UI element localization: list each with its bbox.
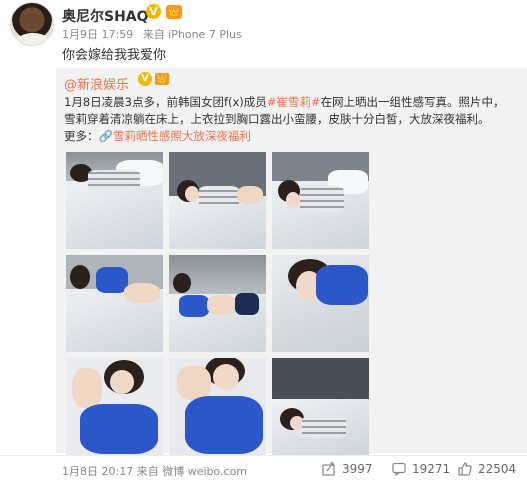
arm bbox=[177, 366, 211, 400]
post-text: 你会嫁给我我爱你 bbox=[62, 48, 167, 63]
photo-8[interactable] bbox=[169, 358, 266, 455]
repost-verified-badge-icon: V bbox=[138, 72, 152, 86]
photo-9[interactable] bbox=[272, 358, 369, 455]
repost-text-part: 1月8日凌晨3点多，前韩国女团f(x)成员 bbox=[64, 95, 267, 109]
hair bbox=[70, 265, 90, 289]
post-time[interactable]: 1月9日 17:59 bbox=[62, 28, 133, 41]
like-count: 22504 bbox=[478, 462, 517, 476]
repost-text-line-3: 更多：🔗雪莉晒性感照大放深夜福利 bbox=[64, 128, 251, 144]
post-source: 来自 iPhone 7 Plus bbox=[142, 28, 242, 41]
photo-bedsheet bbox=[66, 181, 163, 249]
photo-7[interactable] bbox=[66, 358, 163, 455]
verified-badge-icon: V bbox=[146, 4, 161, 19]
photo-2[interactable] bbox=[169, 152, 266, 249]
footer-meta: 1月8日 20:17 来自 微博 weibo.com bbox=[62, 463, 247, 479]
shirt bbox=[88, 170, 140, 190]
hashtag-link[interactable]: #崔雪莉# bbox=[267, 95, 321, 109]
repost-button[interactable]: 3997 bbox=[322, 462, 373, 476]
repost-text-line-2: 雪莉穿着清凉躺在床上，上衣拉到胸口露出小蛮腰，皮肤十分白皙，大放深夜福利。 bbox=[64, 112, 490, 126]
shirt bbox=[316, 265, 368, 305]
hair bbox=[173, 273, 191, 293]
more-label: 更多： bbox=[64, 129, 99, 143]
footer-source: 来自 微博 weibo.com bbox=[136, 465, 248, 478]
face bbox=[110, 370, 134, 394]
photo-1[interactable] bbox=[66, 152, 163, 249]
comment-count: 19271 bbox=[412, 462, 451, 476]
repost-card[interactable]: @新浪娱乐 V 👑 1月8日凌晨3点多，前韩国女团f(x)成员#崔雪莉#在网上晒… bbox=[56, 68, 527, 455]
post-footer: 1月8日 20:17 来自 微博 weibo.com 3997 19271 22… bbox=[0, 455, 527, 485]
skin bbox=[124, 283, 160, 303]
footer-time[interactable]: 1月8日 20:17 bbox=[62, 465, 133, 478]
comment-icon bbox=[392, 462, 406, 476]
repost-text-part: 在网上晒出一组性感写真。照片中， bbox=[320, 95, 505, 109]
shirt bbox=[80, 404, 158, 454]
avatar[interactable] bbox=[10, 2, 54, 46]
repost-icon bbox=[322, 462, 335, 476]
post-header: 奥尼尔SHAQ V 👑 1月9日 17:59 来自 iPhone 7 Plus … bbox=[0, 0, 527, 66]
face bbox=[286, 192, 300, 208]
photo-6[interactable] bbox=[272, 255, 369, 352]
repost-text-line-1: 1月8日凌晨3点多，前韩国女团f(x)成员#崔雪莉#在网上晒出一组性感写真。照片… bbox=[64, 94, 505, 110]
article-link[interactable]: 🔗雪莉晒性感照大放深夜福利 bbox=[99, 129, 251, 143]
shirt bbox=[179, 295, 209, 317]
post-meta: 1月9日 17:59 来自 iPhone 7 Plus bbox=[62, 26, 248, 42]
like-button[interactable]: 22504 bbox=[458, 462, 516, 476]
skin bbox=[207, 295, 237, 315]
photo-3[interactable] bbox=[272, 152, 369, 249]
repost-crown-icon: 👑 bbox=[155, 73, 169, 85]
repost-count: 3997 bbox=[342, 462, 373, 476]
photo-4[interactable] bbox=[66, 255, 163, 352]
shirt bbox=[300, 186, 344, 212]
shirt bbox=[199, 186, 239, 208]
avatar-shirt bbox=[17, 33, 49, 45]
skin bbox=[237, 186, 263, 204]
username[interactable]: 奥尼尔SHAQ bbox=[62, 6, 149, 26]
repost-username[interactable]: @新浪娱乐 bbox=[64, 74, 129, 93]
photo-bg bbox=[272, 358, 369, 399]
shirt bbox=[302, 416, 346, 438]
comment-button[interactable]: 19271 bbox=[392, 462, 450, 476]
thumbs-up-icon bbox=[458, 462, 472, 476]
arm bbox=[72, 368, 102, 408]
photo-5[interactable] bbox=[169, 255, 266, 352]
shorts bbox=[235, 293, 259, 315]
member-crown-icon: 👑 bbox=[166, 5, 182, 19]
shirt bbox=[185, 396, 263, 454]
face bbox=[185, 186, 199, 202]
face bbox=[213, 364, 239, 390]
